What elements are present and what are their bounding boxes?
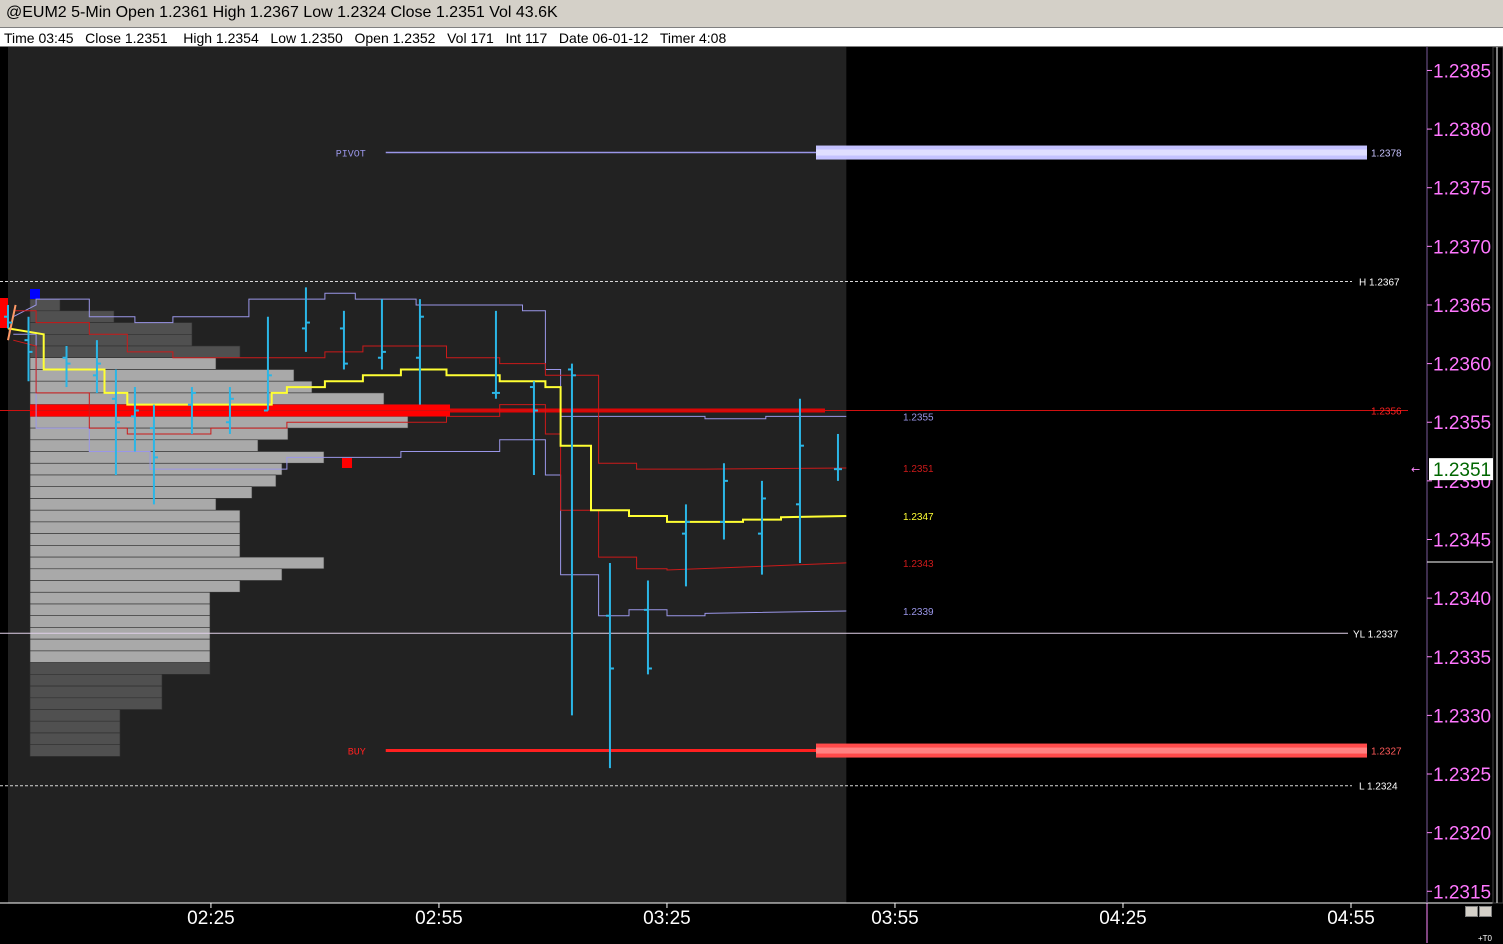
y-tick-label: 1.2370 (1433, 237, 1491, 258)
x-tick-label: 02:25 (187, 908, 235, 929)
band-value-label: 1.2343 (903, 559, 934, 570)
band-value-label: 1.2347 (903, 512, 934, 523)
profile-row (29, 545, 241, 558)
level-label: 1.2356 (1371, 407, 1402, 418)
profile-row (29, 369, 295, 382)
maximize-icon[interactable] (1479, 906, 1492, 917)
x-tick-label: 04:55 (1327, 908, 1375, 929)
y-tick-label: 1.2365 (1433, 296, 1491, 317)
y-tick-label: 1.2320 (1433, 824, 1491, 845)
profile-row (29, 509, 241, 523)
profile-close-marker (342, 458, 352, 468)
x-tick-label: 03:25 (643, 908, 691, 929)
profile-row (29, 709, 121, 722)
chart-title-bar: @EUM2 5-Min Open 1.2361 High 1.2367 Low … (0, 0, 1503, 28)
band-value-label: 1.2351 (903, 464, 934, 475)
profile-row (29, 744, 121, 757)
chart-title: @EUM2 5-Min Open 1.2361 High 1.2367 Low … (6, 4, 558, 21)
profile-row (29, 591, 211, 605)
profile-row (29, 521, 241, 534)
y-tick-label: 1.2375 (1433, 179, 1491, 200)
y-tick-label: 1.2335 (1433, 648, 1491, 669)
profile-row (29, 673, 163, 687)
y-tick-label: 1.2380 (1433, 120, 1491, 141)
y-tick-label: 1.2360 (1433, 355, 1491, 376)
profile-row (29, 298, 61, 312)
bar-info-text: Time 03:45 Close 1.2351 High 1.2354 Low … (4, 30, 727, 46)
band-value-label: 1.2339 (903, 607, 934, 618)
level-price-label: 1.2378 (1371, 149, 1402, 160)
y-tick-label: 1.2385 (1433, 61, 1491, 82)
y-tick-label: 1.2340 (1433, 589, 1491, 610)
profile-row (29, 498, 217, 511)
profile-row (29, 615, 211, 628)
profile-row (29, 556, 325, 570)
profile-row (29, 392, 385, 405)
level-price-label: 1.2327 (1371, 747, 1402, 758)
profile-row (29, 322, 193, 335)
y-tick-label: 1.2345 (1433, 530, 1491, 551)
profile-row (29, 357, 217, 370)
profile-row (29, 603, 211, 616)
profile-row (29, 380, 313, 394)
y-tick-label: 1.2315 (1433, 882, 1491, 903)
profile-row (29, 568, 283, 581)
current-price-arrow-icon: ← (1411, 463, 1420, 476)
level-label: YL 1.2337 (1353, 629, 1399, 640)
profile-row (29, 486, 253, 499)
band-value-label: 1.2355 (903, 412, 934, 423)
profile-row (29, 333, 193, 347)
profile-row (29, 685, 163, 699)
current-price-label: 1.2351 (1433, 460, 1491, 481)
profile-row (29, 638, 211, 652)
restore-icon[interactable] (1465, 906, 1478, 917)
level-zone-highlight (816, 149, 1367, 156)
level-zone-highlight (816, 747, 1367, 754)
x-tick-label: 02:55 (415, 908, 463, 929)
y-tick-label: 1.2355 (1433, 413, 1491, 434)
profile-row (29, 533, 241, 546)
x-tick-label: 04:25 (1099, 908, 1147, 929)
left-edge-marker (0, 298, 8, 328)
profile-row (29, 650, 211, 663)
x-tick-label: 03:55 (871, 908, 919, 929)
profile-row (29, 580, 241, 593)
level-left-label: BUY (348, 748, 366, 759)
scrollbar (1492, 46, 1503, 904)
y-tick-label: 1.2330 (1433, 706, 1491, 727)
corner-label: +T0 (1478, 934, 1493, 943)
left-margin (0, 47, 8, 903)
profile-row (29, 451, 325, 464)
profile-row (29, 439, 259, 452)
price-chart[interactable]: PIVOT 1.2378 H 1.2367 1.2356 YL 1.2337 BUY 1.2… (0, 0, 1503, 944)
y-tick-label: 1.2325 (1433, 765, 1491, 786)
level-left-label: PIVOT (336, 150, 366, 161)
profile-row (29, 732, 121, 745)
profile-row (29, 720, 121, 734)
profile-open-marker (30, 289, 40, 299)
level-label: L 1.2324 (1359, 782, 1398, 793)
bar-info-bar: Time 03:45 Close 1.2351 High 1.2354 Low … (0, 28, 1503, 47)
level-label: H 1.2367 (1359, 278, 1400, 289)
profile-row (29, 662, 211, 675)
profile-row (29, 697, 163, 710)
